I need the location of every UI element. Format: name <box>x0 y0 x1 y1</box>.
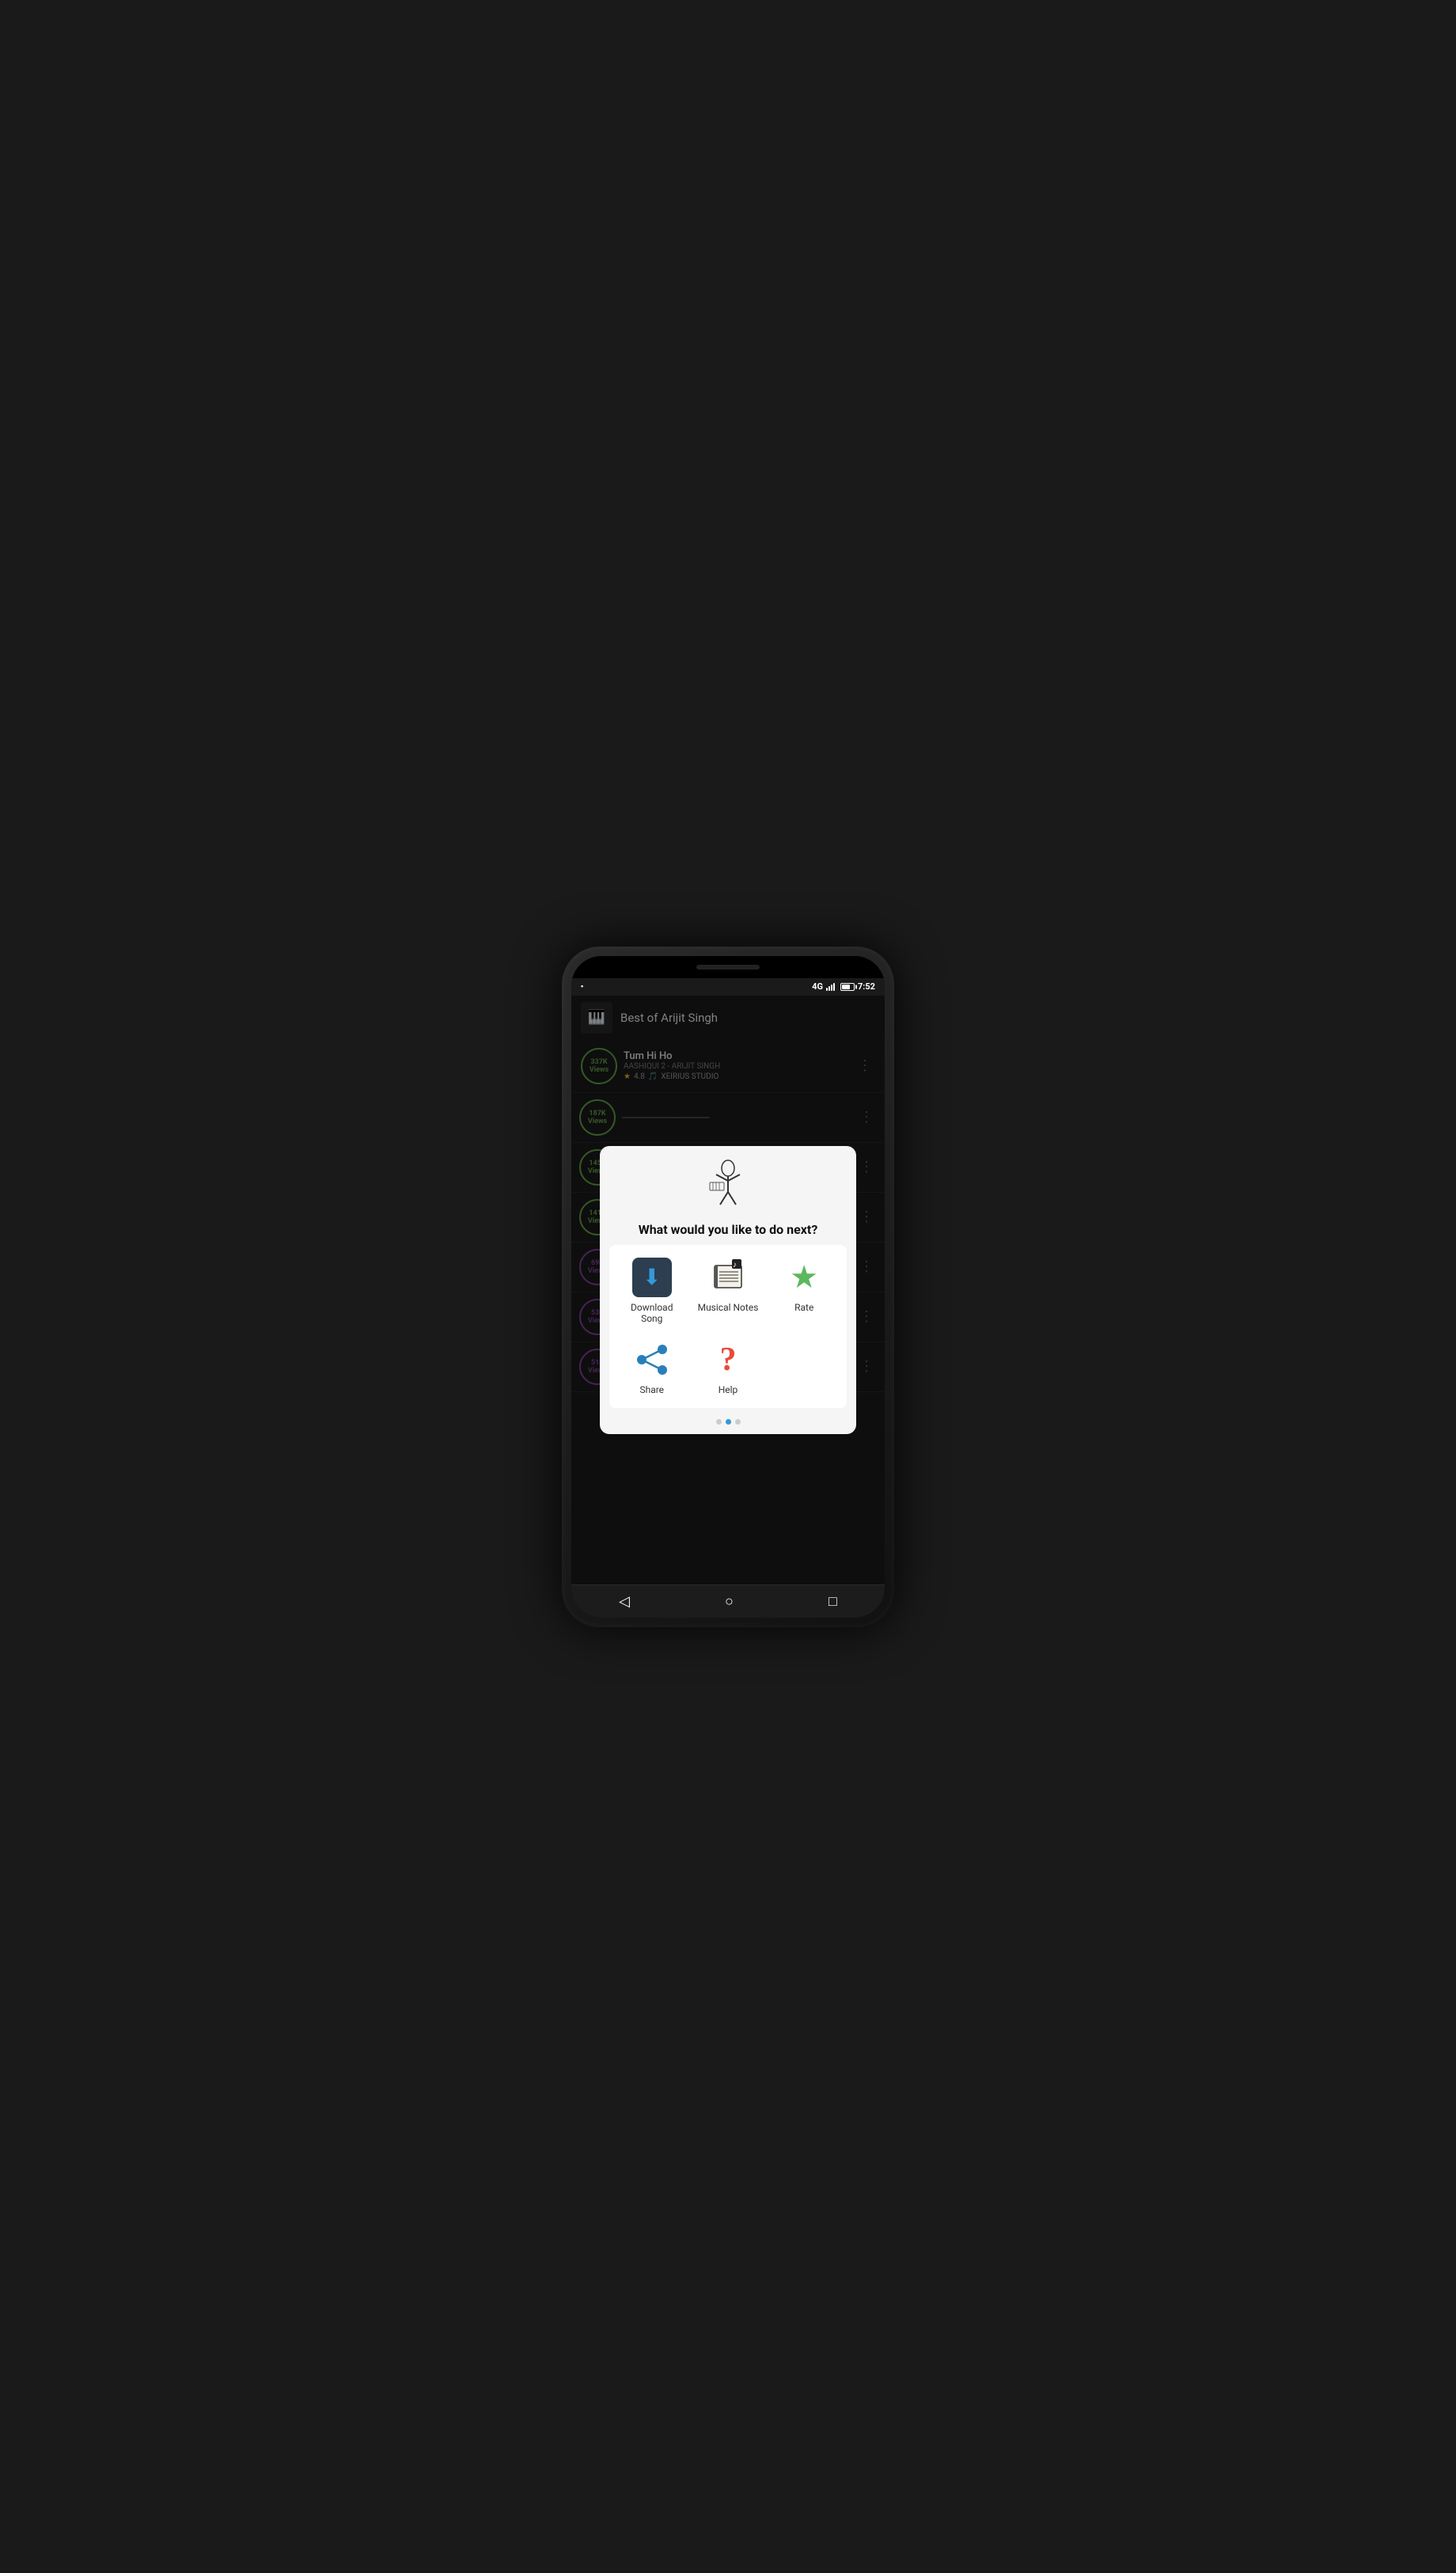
signal-label: 4G <box>812 981 823 992</box>
dialog-row-2: Share ? Help <box>617 1335 840 1400</box>
dialog-logo <box>700 1159 756 1212</box>
download-box: ⬇ <box>632 1258 672 1297</box>
musical-notes-button[interactable]: ♪ Musical Notes <box>693 1253 763 1329</box>
question-mark-icon: ? <box>719 1343 736 1376</box>
status-bar: ▪ 4G 7:52 <box>571 978 885 996</box>
musical-notes-label: Musical Notes <box>698 1302 759 1313</box>
share-button[interactable]: Share <box>617 1335 687 1400</box>
status-right: 4G 7:52 <box>812 981 875 992</box>
dialog-title: What would you like to do next? <box>639 1222 818 1237</box>
screen-content: 🎹 Best of Arijit Singh 337K Views Tum Hi… <box>571 996 885 1584</box>
help-label: Help <box>719 1384 738 1395</box>
download-arrow-icon: ⬇ <box>643 1264 661 1290</box>
action-dialog: What would you like to do next? ⬇ <box>600 1146 857 1434</box>
svg-text:♪: ♪ <box>733 1261 737 1269</box>
empty-slot <box>769 1335 839 1400</box>
rate-label: Rate <box>794 1302 813 1313</box>
back-button[interactable]: ◁ <box>606 1588 643 1615</box>
help-icon: ? <box>708 1340 748 1379</box>
notification-icon: ▪ <box>581 982 583 991</box>
clock: 7:52 <box>858 981 875 992</box>
dialog-actions-card: ⬇ DownloadSong <box>609 1245 847 1408</box>
dialog-row-1: ⬇ DownloadSong <box>617 1253 840 1329</box>
musical-notes-icon: ♪ <box>708 1258 748 1297</box>
share-svg-icon <box>634 1342 670 1378</box>
phone-screen: ▪ 4G 7:52 🎹 <box>571 956 885 1618</box>
page-dot-active <box>726 1419 731 1425</box>
recent-apps-button[interactable]: □ <box>816 1588 850 1615</box>
share-label: Share <box>639 1384 664 1395</box>
battery-fill <box>842 985 850 989</box>
notes-img: ♪ <box>708 1258 748 1297</box>
bottom-nav: ◁ ○ □ <box>571 1584 885 1618</box>
battery-icon <box>840 983 855 991</box>
dialog-overlay: What would you like to do next? ⬇ <box>571 996 885 1584</box>
page-dot <box>735 1419 741 1425</box>
rate-button[interactable]: ★ Rate <box>769 1253 839 1329</box>
share-icon <box>632 1340 672 1379</box>
download-song-button[interactable]: ⬇ DownloadSong <box>617 1253 687 1329</box>
status-left: ▪ <box>581 982 583 991</box>
dialog-illustration <box>700 1159 756 1206</box>
signal-icon <box>826 983 837 991</box>
phone-top-bar <box>571 956 885 978</box>
rate-icon: ★ <box>784 1258 824 1297</box>
notes-svg: ♪ <box>708 1258 748 1297</box>
phone-speaker <box>696 965 760 970</box>
download-song-label: DownloadSong <box>631 1302 673 1324</box>
star-icon: ★ <box>790 1258 818 1296</box>
page-dot <box>716 1419 722 1425</box>
help-button[interactable]: ? Help <box>693 1335 763 1400</box>
home-button[interactable]: ○ <box>712 1588 746 1615</box>
pagination-dots <box>716 1419 741 1425</box>
phone-device: ▪ 4G 7:52 🎹 <box>562 947 894 1627</box>
download-icon: ⬇ <box>632 1258 672 1297</box>
